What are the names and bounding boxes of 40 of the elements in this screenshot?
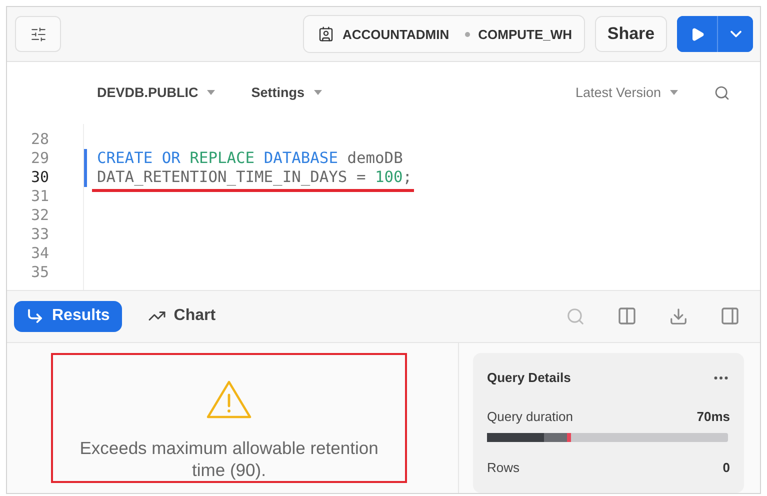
code-line: DATA_RETENTION_TIME_IN_DAYS = 100; (97, 168, 412, 187)
warehouse-name: COMPUTE_WH (478, 26, 572, 42)
detail-label: Rows (487, 460, 520, 475)
line-number: 31 (30, 186, 50, 206)
download-icon[interactable] (669, 306, 688, 326)
return-arrow-icon (26, 307, 44, 326)
caret-icon (314, 90, 322, 96)
detail-label: Query duration (487, 408, 573, 424)
card-title: Query Details (487, 370, 571, 386)
role-name: ACCOUNTADMIN (342, 26, 450, 42)
sliders-icon (30, 26, 46, 43)
columns-icon[interactable] (617, 306, 637, 326)
context-selector[interactable]: ACCOUNTADMIN COMPUTE_WH (303, 15, 585, 54)
settings-button[interactable] (15, 16, 61, 52)
line-number: 32 (30, 206, 50, 225)
version-dropdown[interactable]: Latest Version (575, 85, 678, 100)
context-dropdown[interactable]: Settings (251, 85, 322, 100)
results-tab[interactable]: Chart (136, 300, 228, 332)
error-message: Exceeds maximum allowable retention time (90). (78, 436, 380, 481)
line-number: 33 (30, 224, 50, 244)
detail-value: 0 (722, 460, 730, 475)
warning-icon (206, 378, 252, 419)
panel-toggle-icon[interactable] (720, 306, 740, 326)
play-icon (690, 26, 704, 42)
detail-value: 70ms (696, 408, 730, 424)
results-tab[interactable]: Results (14, 300, 122, 332)
line-number: 35 (30, 262, 50, 282)
share-button[interactable]: Share (595, 16, 667, 52)
code-line: CREATE OR REPLACE DATABASE demoDB (97, 148, 403, 168)
caret-icon (207, 90, 216, 96)
caret-icon (670, 90, 678, 96)
run-options-button[interactable] (717, 16, 753, 52)
context-dropdown[interactable]: DEVDB.PUBLIC (97, 85, 216, 100)
line-number: 29 (30, 148, 50, 168)
separator-dot-icon (465, 32, 470, 37)
line-number: 30 (30, 168, 50, 187)
badge-icon (318, 26, 334, 42)
line-number: 34 (30, 244, 50, 263)
search-icon[interactable] (714, 84, 730, 101)
line-number: 28 (30, 130, 50, 149)
